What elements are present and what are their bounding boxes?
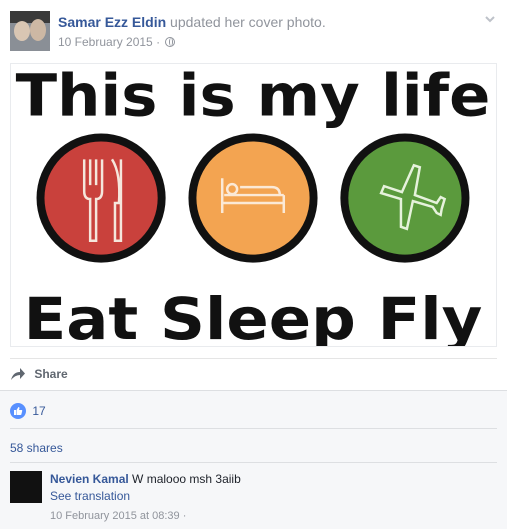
avatar-face bbox=[30, 19, 46, 41]
globe-icon[interactable] bbox=[165, 37, 176, 47]
post-action-text: updated her cover photo. bbox=[170, 14, 326, 30]
see-translation-link[interactable]: See translation bbox=[50, 489, 130, 503]
comment-timestamp[interactable]: 10 February 2015 at 08:39 · bbox=[50, 510, 186, 522]
comment-item: Nevien Kamal W malooo msh 3aiib See tran… bbox=[10, 471, 500, 522]
airplane-circle bbox=[340, 133, 470, 263]
divider bbox=[10, 462, 497, 463]
likes-count[interactable]: 17 bbox=[32, 404, 45, 418]
author-name-link[interactable]: Samar Ezz Eldin bbox=[58, 14, 166, 30]
share-arrow-icon bbox=[11, 368, 25, 380]
cover-photo-graphic: This is my life Eat Sleep Fly bbox=[11, 64, 496, 346]
cover-line-2: Eat Sleep Fly bbox=[24, 286, 483, 346]
shares-count-link[interactable]: 58 shares bbox=[10, 441, 63, 455]
post-card: Samar Ezz Eldin updated her cover photo.… bbox=[0, 0, 507, 529]
likes-summary[interactable]: 17 bbox=[10, 403, 46, 419]
divider bbox=[10, 358, 497, 359]
cover-line-1: This is my life bbox=[16, 64, 491, 130]
comment-body: Nevien Kamal W malooo msh 3aiib bbox=[50, 472, 241, 486]
avatar-face bbox=[14, 21, 30, 41]
share-button[interactable]: Share bbox=[10, 367, 68, 383]
post-meta: 10 February 2015 · bbox=[58, 35, 176, 49]
like-thumb-icon bbox=[10, 403, 26, 419]
post-date-link[interactable]: 10 February 2015 bbox=[58, 35, 153, 49]
bed-circle bbox=[188, 133, 318, 263]
meta-separator: · bbox=[156, 35, 161, 49]
author-avatar[interactable] bbox=[10, 11, 50, 51]
chevron-down-icon[interactable] bbox=[484, 13, 496, 25]
commenter-avatar[interactable] bbox=[10, 471, 42, 503]
fork-knife-circle bbox=[36, 133, 166, 263]
divider bbox=[10, 428, 497, 429]
share-label: Share bbox=[34, 367, 68, 381]
cover-photo[interactable]: This is my life Eat Sleep Fly bbox=[10, 63, 497, 347]
post-header: Samar Ezz Eldin updated her cover photo.… bbox=[10, 11, 500, 53]
commenter-name-link[interactable]: Nevien Kamal bbox=[50, 472, 129, 486]
avatar-hair bbox=[10, 11, 50, 23]
comment-text: W malooo msh 3aiib bbox=[132, 472, 241, 486]
post-headline: Samar Ezz Eldin updated her cover photo. bbox=[58, 14, 326, 30]
